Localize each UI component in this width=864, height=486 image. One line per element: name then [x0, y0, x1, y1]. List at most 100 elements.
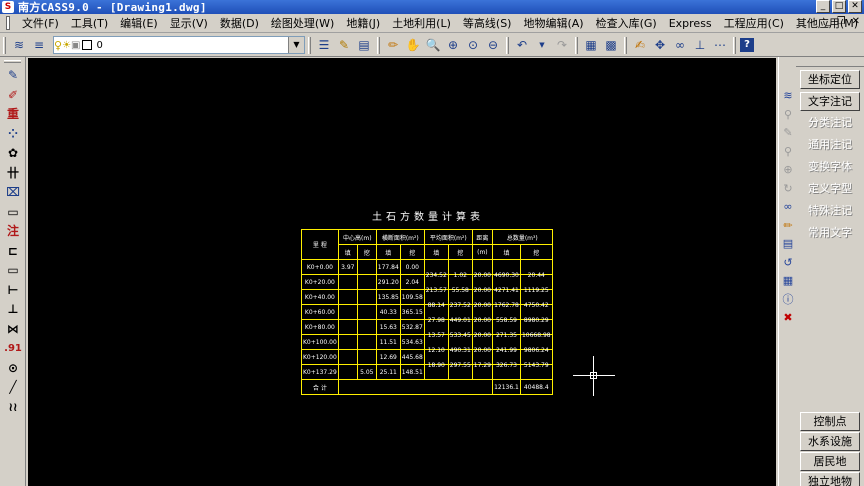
layer-state-icon[interactable]: ≡: [30, 36, 48, 54]
undo-dropdown-icon[interactable]: ▼: [533, 36, 551, 54]
menu-drawing[interactable]: 绘图处理(W): [265, 15, 340, 31]
redo-icon[interactable]: ↷: [553, 36, 571, 54]
zoom-window-icon[interactable]: ⊕: [444, 36, 462, 54]
edit-pen-icon[interactable]: ✍: [631, 36, 649, 54]
undo-icon[interactable]: ↶: [513, 36, 531, 54]
menu-land-use[interactable]: 土地利用(L): [386, 15, 457, 31]
zoom-extents-icon[interactable]: ⊙: [464, 36, 482, 54]
panel-change-font[interactable]: 变换字体: [800, 158, 860, 177]
info-icon[interactable]: ⓘ: [779, 291, 797, 310]
circle-icon[interactable]: ⊙: [0, 359, 26, 379]
panel-general-annotation[interactable]: 通用注记: [800, 136, 860, 155]
grid-icon[interactable]: ▦: [582, 36, 600, 54]
close-button[interactable]: ✕: [848, 0, 862, 13]
panel-define-font[interactable]: 定义字型: [800, 180, 860, 199]
annotation-icon[interactable]: 注: [0, 222, 26, 242]
panel-grip[interactable]: [796, 57, 864, 67]
pencil-icon[interactable]: ✏: [384, 36, 402, 54]
help-icon[interactable]: ?: [740, 38, 754, 52]
properties-icon[interactable]: ☰: [315, 36, 333, 54]
delete-icon[interactable]: ✖: [779, 309, 797, 328]
link-icon[interactable]: ∞: [671, 36, 689, 54]
ruler-icon[interactable]: ▭: [0, 203, 26, 223]
layer-manager-icon[interactable]: ≋: [10, 36, 28, 54]
menu-feature-edit[interactable]: 地物编辑(A): [517, 15, 589, 31]
rotate-text-icon[interactable]: ↺: [779, 254, 797, 273]
zoom-previous-icon[interactable]: ⊖: [484, 36, 502, 54]
menu-express[interactable]: Express: [663, 17, 718, 30]
panel-water-system[interactable]: 水系设施: [800, 432, 860, 451]
cell-vol-fill: 4271.41: [491, 282, 521, 298]
menu-tools[interactable]: 工具(T): [65, 15, 114, 31]
move-icon[interactable]: ✥: [651, 36, 669, 54]
fence-icon[interactable]: 卄: [0, 164, 26, 184]
panel-coordinate-locate[interactable]: 坐标定位: [800, 70, 860, 89]
extend-icon[interactable]: ⊥: [691, 36, 709, 54]
layers-icon[interactable]: ▤: [779, 235, 797, 254]
maximize-button[interactable]: □: [832, 0, 846, 13]
left-toolbar-grip[interactable]: [4, 60, 21, 63]
minimize-button[interactable]: _: [816, 0, 830, 13]
corner-icon[interactable]: ⊏: [0, 242, 26, 262]
panel-special-annotation[interactable]: 特殊注记: [800, 202, 860, 221]
magnify-icon[interactable]: ⚲: [779, 143, 797, 162]
line-icon[interactable]: ╱: [0, 378, 26, 398]
toolbar-grip-5[interactable]: [575, 36, 578, 54]
panel-independent-feature[interactable]: 独立地物: [800, 472, 860, 486]
comb-icon[interactable]: ⊥: [0, 300, 26, 320]
trim-icon[interactable]: ⋯: [711, 36, 729, 54]
redraw-icon[interactable]: 重: [0, 105, 26, 125]
panel-control-point[interactable]: 控制点: [800, 412, 860, 431]
menu-data[interactable]: 数据(D): [214, 15, 265, 31]
doc-minimize-button[interactable]: _: [826, 16, 831, 27]
zoom-realtime-icon[interactable]: 🔍: [424, 36, 442, 54]
menu-file[interactable]: 文件(F): [16, 15, 65, 31]
panel-text-annotation[interactable]: 文字注记: [800, 92, 860, 111]
toolbar-grip-6[interactable]: [624, 36, 627, 54]
doc-restore-button[interactable]: ❐: [837, 16, 846, 27]
toolbar-grip-4[interactable]: [506, 36, 509, 54]
menu-engineering[interactable]: 工程应用(C): [718, 15, 790, 31]
panel-category-annotation[interactable]: 分类注记: [800, 114, 860, 133]
link-icon[interactable]: ∞: [779, 198, 797, 217]
app-logo-icon[interactable]: S: [2, 1, 14, 13]
point-icon[interactable]: ✎: [0, 66, 26, 86]
save-icon[interactable]: ▤: [355, 36, 373, 54]
open-icon[interactable]: ✎: [335, 36, 353, 54]
cell-center-fill: [337, 304, 358, 320]
pencil-icon[interactable]: ✏: [779, 217, 797, 236]
toolbar-grip-2[interactable]: [308, 36, 311, 54]
layer-dropdown[interactable]: ♀ ☀ ▣ 0 ▼: [53, 36, 305, 54]
menu-view[interactable]: 显示(V): [164, 15, 214, 31]
toolbar-grip-7[interactable]: [733, 36, 736, 54]
pan-icon[interactable]: ✋: [404, 36, 422, 54]
toolbar-grip-3[interactable]: [377, 36, 380, 54]
curve-icon[interactable]: ≀≀: [0, 398, 26, 418]
search-icon[interactable]: ⚲: [779, 106, 797, 125]
drawing-canvas[interactable]: 土石方数量计算表 里 程 中心高(m) 横断面积(m²) 平均面积(m²) 距离…: [28, 58, 776, 486]
text-layer-icon[interactable]: ≋: [779, 87, 797, 106]
rectangle-icon[interactable]: ▭: [0, 261, 26, 281]
doc-close-button[interactable]: ✕: [852, 16, 860, 27]
zoom-text-icon[interactable]: ⊕: [779, 161, 797, 180]
chevron-down-icon[interactable]: ▼: [288, 37, 304, 53]
grid-icon[interactable]: ▦: [779, 272, 797, 291]
text-edit-icon[interactable]: ✎: [779, 124, 797, 143]
node-icon[interactable]: ⁘: [0, 125, 26, 145]
rotate-icon[interactable]: ↻: [779, 180, 797, 199]
elevation-icon[interactable]: .91: [0, 339, 26, 359]
boundary-icon[interactable]: ⊢: [0, 281, 26, 301]
menu-check[interactable]: 检查入库(G): [590, 15, 663, 31]
road-icon[interactable]: ⋈: [0, 320, 26, 340]
survey-icon[interactable]: ✿: [0, 144, 26, 164]
panel-residential[interactable]: 居民地: [800, 452, 860, 471]
menu-contour[interactable]: 等高线(S): [457, 15, 518, 31]
snap-icon[interactable]: ▩: [602, 36, 620, 54]
menu-cadastre[interactable]: 地籍(J): [340, 15, 386, 31]
menu-edit[interactable]: 编辑(E): [114, 15, 164, 31]
document-icon[interactable]: [6, 16, 10, 30]
toolbar-grip[interactable]: [3, 36, 6, 54]
measure-icon[interactable]: ⌧: [0, 183, 26, 203]
panel-common-text[interactable]: 常用文字: [800, 224, 860, 243]
dimension-icon[interactable]: ✐: [0, 86, 26, 106]
